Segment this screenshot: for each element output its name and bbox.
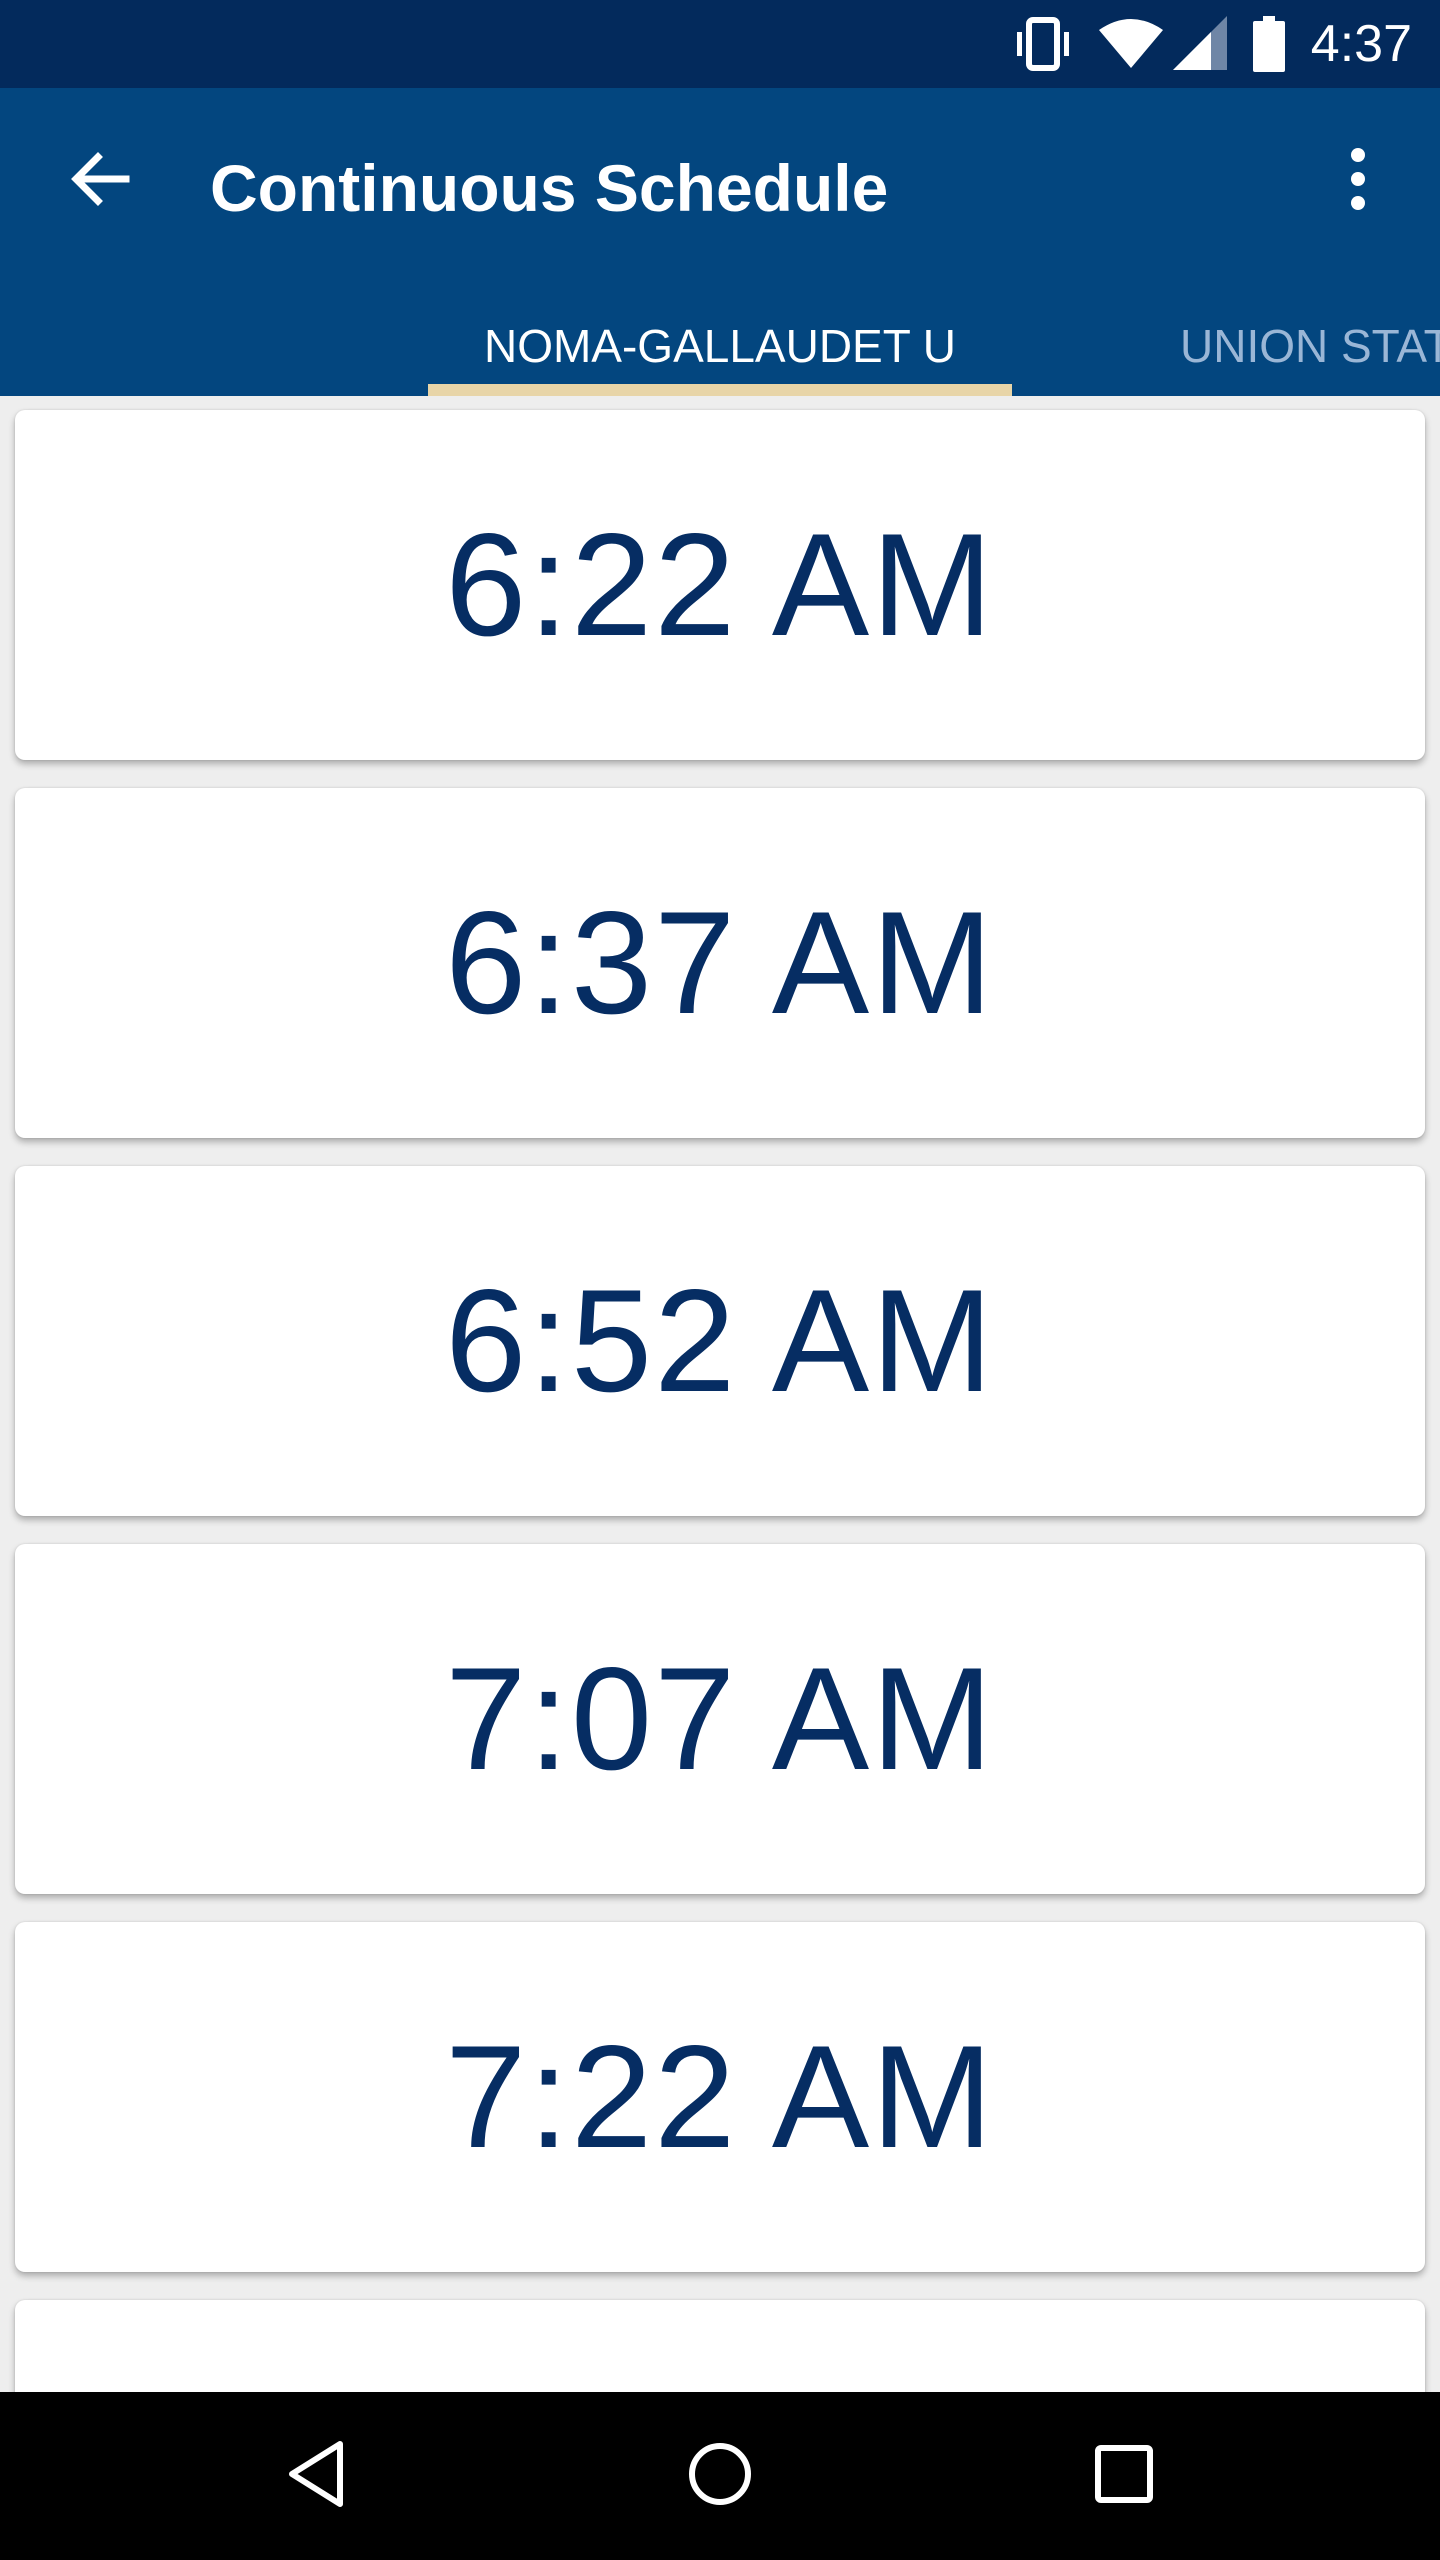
tab-union-station[interactable]: UNION STATION	[1180, 296, 1440, 396]
back-button[interactable]	[52, 133, 148, 229]
nav-back-icon	[284, 2438, 348, 2515]
tab-indicator	[428, 384, 1012, 396]
nav-home-button[interactable]	[670, 2426, 770, 2526]
cell-signal-icon	[1172, 16, 1229, 72]
tab-bar: NOMA-GALLAUDET U UNION STATION	[0, 296, 1440, 396]
nav-home-icon	[686, 2440, 754, 2513]
schedule-card[interactable]: 7:07 AM	[15, 1544, 1425, 1894]
more-vert-icon	[1348, 147, 1368, 216]
status-bar: 4:37	[0, 0, 1440, 88]
schedule-time: 7:22 AM	[445, 2015, 995, 2178]
tab-noma-gallaudet[interactable]: NOMA-GALLAUDET U	[428, 296, 1012, 396]
schedule-time: 6:37 AM	[445, 881, 995, 1044]
system-nav-bar	[0, 2392, 1440, 2560]
status-icons: 4:37	[1011, 0, 1412, 88]
more-options-button[interactable]	[1318, 133, 1398, 229]
vibrate-icon	[1011, 16, 1075, 72]
battery-icon	[1252, 16, 1285, 72]
arrow-back-icon	[68, 147, 132, 216]
schedule-card[interactable]: 6:22 AM	[15, 410, 1425, 760]
nav-back-button[interactable]	[266, 2426, 366, 2526]
page-title: Continuous Schedule	[210, 151, 889, 225]
schedule-list[interactable]: 6:22 AM 6:37 AM 6:52 AM 7:07 AM 7:22 AM	[0, 396, 1440, 2392]
schedule-time: 6:52 AM	[445, 1259, 995, 1422]
wifi-icon	[1098, 18, 1163, 70]
schedule-card[interactable]	[15, 2300, 1425, 2392]
schedule-time: 6:22 AM	[445, 503, 995, 666]
nav-recents-icon	[1094, 2444, 1154, 2509]
status-time: 4:37	[1310, 15, 1412, 73]
schedule-card[interactable]: 6:37 AM	[15, 788, 1425, 1138]
schedule-card[interactable]: 6:52 AM	[15, 1166, 1425, 1516]
schedule-card[interactable]: 7:22 AM	[15, 1922, 1425, 2272]
nav-recents-button[interactable]	[1074, 2426, 1174, 2526]
schedule-time: 7:07 AM	[445, 1637, 995, 1800]
